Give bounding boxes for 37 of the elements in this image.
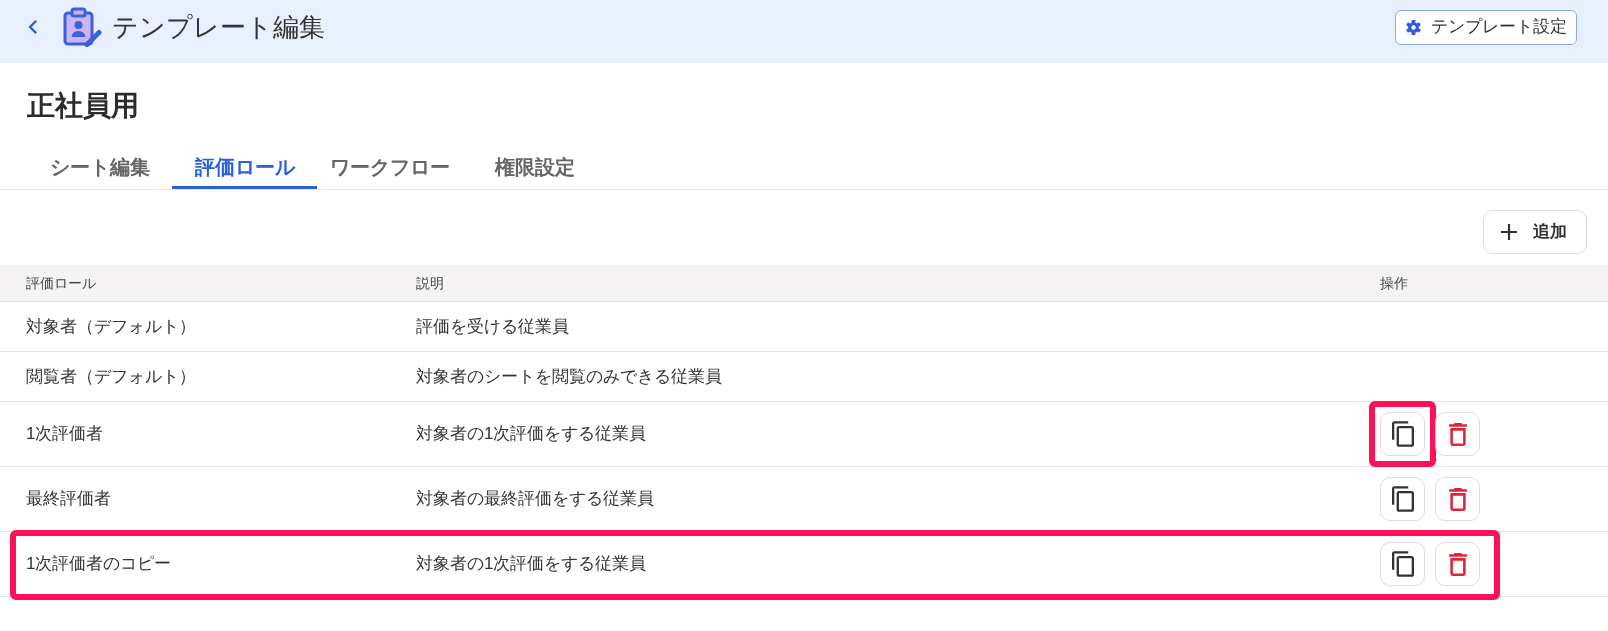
column-header: 説明 xyxy=(416,273,444,293)
delete-button[interactable] xyxy=(1435,542,1480,586)
table-cell-text: 対象者の最終評価をする従業員 xyxy=(416,488,654,511)
copy-button[interactable] xyxy=(1380,477,1425,521)
page-title: 正社員用 xyxy=(27,89,139,123)
table-cell-text: 評価を受ける従業員 xyxy=(416,315,569,338)
tab[interactable]: 権限設定 xyxy=(462,147,607,189)
copy-icon xyxy=(1391,551,1414,577)
column-header: 操作 xyxy=(1380,273,1408,293)
table-cell-text: 1次評価者のコピー xyxy=(26,553,172,576)
copy-button[interactable] xyxy=(1380,542,1425,586)
table-cell-text: 最終評価者 xyxy=(26,488,111,511)
table-cell-text: 1次評価者 xyxy=(26,423,104,446)
delete-button[interactable] xyxy=(1435,477,1480,521)
plus-icon xyxy=(1501,224,1517,240)
table-cell-text: 対象者（デフォルト） xyxy=(26,315,196,338)
table-cell-text: 対象者の1次評価をする従業員 xyxy=(416,423,647,446)
copy-icon xyxy=(1391,486,1414,512)
header-title: テンプレート編集 xyxy=(112,10,325,43)
trash-icon xyxy=(1448,552,1467,576)
column-header: 評価ロール xyxy=(26,273,96,293)
gear-icon xyxy=(1406,19,1421,35)
template-settings-button[interactable]: テンプレート設定 xyxy=(1395,9,1577,45)
add-button[interactable]: 追加 xyxy=(1483,210,1587,254)
tab[interactable]: 評価ロール xyxy=(172,147,317,189)
table-cell-text: 閲覧者（デフォルト） xyxy=(26,365,196,388)
back-icon[interactable] xyxy=(28,19,37,34)
tab[interactable]: シート編集 xyxy=(27,147,172,189)
table-cell-text: 対象者の1次評価をする従業員 xyxy=(416,553,647,576)
trash-icon xyxy=(1448,422,1467,446)
copy-button[interactable] xyxy=(1380,412,1425,456)
clipboard-pencil-icon xyxy=(62,6,102,47)
trash-icon xyxy=(1448,487,1467,511)
delete-button[interactable] xyxy=(1435,412,1480,456)
copy-icon xyxy=(1391,421,1414,447)
tab[interactable]: ワークフロー xyxy=(317,147,462,189)
table-cell-text: 対象者のシートを閲覧のみできる従業員 xyxy=(416,365,722,388)
